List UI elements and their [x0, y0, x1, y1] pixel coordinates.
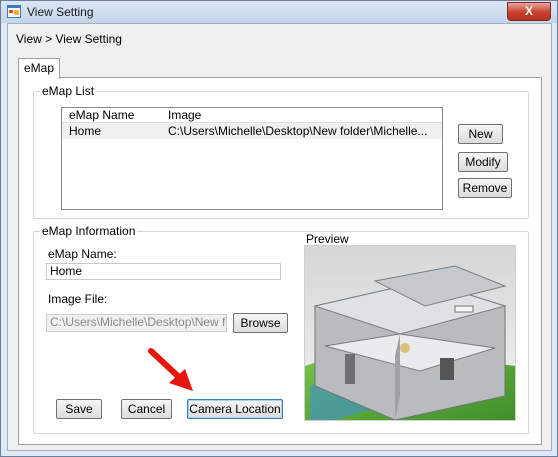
emap-listview[interactable]: eMap Name Image Home C:\Users\Michelle\D… [61, 107, 443, 210]
tab-panel-emap: eMap List eMap Name Image Home C:\Users\… [18, 77, 542, 445]
image-file-label: Image File: [48, 292, 108, 306]
table-row[interactable]: Home C:\Users\Michelle\Desktop\New folde… [62, 123, 442, 139]
camera-location-button[interactable]: Camera Location [187, 399, 283, 419]
emap-name-label: eMap Name: [48, 247, 117, 261]
save-button[interactable]: Save [56, 399, 102, 419]
view-setting-window: View Setting X View > View Setting eMap … [0, 0, 558, 457]
modify-button[interactable]: Modify [458, 152, 508, 172]
red-arrow-icon [148, 348, 193, 391]
close-button[interactable]: X [507, 2, 551, 21]
emap-information-group: eMap Information eMap Name: Home Image F… [33, 224, 529, 434]
remove-button[interactable]: Remove [458, 178, 512, 198]
content-frame: View > View Setting eMap eMap List eMap … [7, 23, 552, 451]
title-bar[interactable]: View Setting X [1, 1, 557, 23]
emap-name-field[interactable]: Home [46, 263, 281, 280]
app-window-icon [7, 5, 21, 18]
emap-information-legend: eMap Information [40, 224, 138, 238]
emap-list-legend: eMap List [40, 84, 97, 98]
window-title: View Setting [27, 5, 94, 19]
close-icon: X [524, 4, 533, 18]
breadcrumb: View > View Setting [16, 32, 122, 46]
new-button[interactable]: New [458, 124, 503, 144]
browse-button[interactable]: Browse [233, 313, 288, 333]
column-header-emap-name[interactable]: eMap Name [69, 108, 134, 122]
image-file-field[interactable]: C:\Users\Michelle\Desktop\New folder [46, 314, 227, 332]
emap-list-group: eMap List eMap Name Image Home C:\Users\… [33, 84, 529, 219]
listview-header: eMap Name Image [62, 108, 442, 123]
cell-image: C:\Users\Michelle\Desktop\New folder\Mic… [168, 124, 428, 138]
tab-emap[interactable]: eMap [18, 58, 60, 79]
cell-emap-name: Home [69, 124, 102, 138]
house-floorplan-image [305, 246, 515, 421]
preview-label: Preview [306, 232, 349, 246]
preview-image [304, 245, 516, 421]
cancel-button[interactable]: Cancel [121, 399, 172, 419]
column-header-image[interactable]: Image [168, 108, 201, 122]
